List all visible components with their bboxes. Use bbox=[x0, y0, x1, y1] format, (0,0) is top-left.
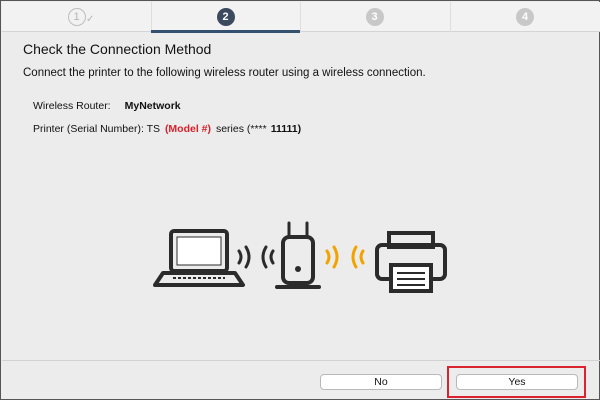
printer-serial: 11111) bbox=[270, 123, 302, 135]
step-2-indicator: 2 bbox=[216, 8, 235, 26]
printer-icon bbox=[375, 231, 447, 293]
router-label: Wireless Router: bbox=[33, 100, 111, 112]
step-1: 1 ✓ bbox=[2, 2, 151, 32]
yes-button-highlight bbox=[447, 366, 586, 398]
no-button[interactable]: No bbox=[320, 374, 442, 390]
step-progress-bar: 1 ✓ 2 3 4 bbox=[2, 2, 600, 32]
setup-window: 1 ✓ 2 3 4 Check the Connection Method Co… bbox=[0, 0, 600, 400]
step-2: 2 bbox=[151, 2, 300, 32]
step-4: 4 bbox=[450, 2, 600, 32]
step-1-indicator: 1 bbox=[67, 8, 86, 26]
page-title: Check the Connection Method bbox=[23, 41, 212, 57]
footer-divider bbox=[2, 360, 600, 361]
printer-label: Printer (Serial Number): TS bbox=[33, 123, 161, 135]
laptop-icon bbox=[153, 229, 245, 287]
wifi-waves-icon bbox=[237, 245, 275, 269]
step-3: 3 bbox=[300, 2, 449, 32]
router-info: Wireless Router: MyNetwork bbox=[33, 100, 181, 112]
router-icon bbox=[275, 221, 321, 289]
wifi-waves-icon bbox=[325, 245, 365, 269]
step-4-indicator: 4 bbox=[516, 8, 534, 26]
active-step-underline bbox=[151, 30, 300, 33]
printer-info: Printer (Serial Number): TS (Model #) se… bbox=[33, 123, 301, 135]
printer-model: (Model #) bbox=[164, 123, 212, 135]
printer-series: series (**** bbox=[215, 123, 267, 135]
router-name: MyNetwork bbox=[124, 100, 181, 112]
instruction-text: Connect the printer to the following wir… bbox=[23, 67, 426, 79]
step-3-indicator: 3 bbox=[365, 8, 384, 26]
check-icon: ✓ bbox=[86, 14, 95, 25]
connection-illustration bbox=[153, 221, 447, 293]
